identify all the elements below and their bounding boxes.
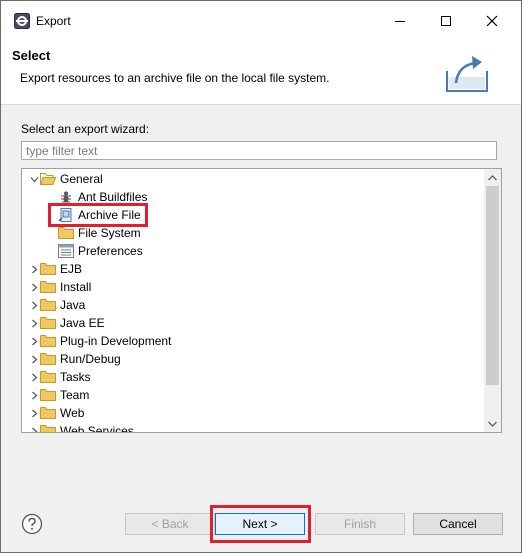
folder-icon (40, 369, 56, 385)
chevron-right-icon[interactable] (28, 350, 40, 368)
window-title: Export (36, 14, 71, 28)
chevron-right-icon[interactable] (28, 404, 40, 422)
tree-item-label: Plug-in Development (60, 334, 172, 348)
eclipse-app-icon (14, 13, 30, 29)
tree-item-general[interactable]: General (28, 170, 103, 188)
tree-item-label: Run/Debug (60, 352, 121, 366)
tree-item-team[interactable]: Team (28, 386, 89, 404)
chevron-right-icon[interactable] (28, 332, 40, 350)
minimize-button[interactable] (377, 1, 423, 41)
chevron-down-icon (488, 421, 497, 427)
tree-item-label: Preferences (78, 244, 143, 258)
tree-item-ejb[interactable]: EJB (28, 260, 82, 278)
next-button-highlight (210, 505, 311, 543)
chevron-right-icon[interactable] (28, 368, 40, 386)
tree-item-web[interactable]: Web (28, 404, 84, 422)
chevron-right-icon[interactable] (28, 296, 40, 314)
scroll-up-button[interactable] (484, 169, 501, 186)
close-button[interactable] (469, 1, 515, 41)
vertical-scrollbar[interactable] (484, 169, 501, 432)
tree-item-label: File System (78, 226, 141, 240)
help-icon[interactable] (21, 513, 43, 535)
preferences-icon (58, 243, 74, 259)
export-wizard-icon (446, 56, 488, 92)
tree-item-label: Ant Buildfiles (78, 190, 148, 204)
cancel-button[interactable]: Cancel (413, 513, 503, 535)
tree-item-java[interactable]: Java (28, 296, 85, 314)
filter-input[interactable] (21, 141, 497, 160)
folder-icon (40, 351, 56, 367)
tree-item-label: Tasks (60, 370, 91, 384)
chevron-right-icon[interactable] (28, 314, 40, 332)
tree-item-label: Web (60, 406, 85, 420)
chevron-right-icon[interactable] (28, 278, 40, 296)
tree-item-label: Web Services (60, 424, 134, 433)
close-icon (486, 15, 498, 27)
maximize-button[interactable] (423, 1, 469, 41)
tree-item-install[interactable]: Install (28, 278, 91, 296)
title-bar: Export (1, 1, 521, 41)
tree-item-label: Java EE (60, 316, 105, 330)
folder-icon (40, 333, 56, 349)
folder-icon (40, 315, 56, 331)
tree-item-label: Team (60, 388, 90, 402)
maximize-icon (441, 16, 451, 26)
tree-item-java-ee[interactable]: Java EE (28, 314, 105, 332)
wizard-label: Select an export wizard: (21, 122, 150, 136)
folder-icon (40, 387, 56, 403)
wizard-header: Select Export resources to an archive fi… (1, 41, 521, 105)
folder-icon (40, 297, 56, 313)
chevron-down-icon[interactable] (28, 170, 40, 188)
tree-item-web-services[interactable]: Web Services (28, 422, 134, 433)
tree-item-label: Install (60, 280, 92, 294)
finish-button[interactable]: Finish (315, 513, 405, 535)
minimize-icon (395, 21, 405, 22)
page-description: Export resources to an archive file on t… (20, 71, 330, 85)
tree-item-preferences[interactable]: Preferences (58, 242, 143, 260)
scroll-thumb[interactable] (486, 186, 499, 385)
chevron-right-icon[interactable] (28, 386, 40, 404)
folder-icon (40, 279, 56, 295)
tree-item-label: Java (60, 298, 86, 312)
file-system-icon (58, 225, 74, 241)
folder-icon (40, 423, 56, 432)
folder-open-icon (40, 171, 56, 187)
scroll-down-button[interactable] (484, 415, 501, 432)
tree-item-label: General (60, 172, 103, 186)
tree-item-tasks[interactable]: Tasks (28, 368, 91, 386)
archive-file-highlight (48, 203, 148, 227)
tree-item-plug-in-development[interactable]: Plug-in Development (28, 332, 171, 350)
folder-icon (40, 405, 56, 421)
chevron-right-icon[interactable] (28, 260, 40, 278)
back-button[interactable]: < Back (125, 513, 215, 535)
tree-item-run-debug[interactable]: Run/Debug (28, 350, 121, 368)
page-title: Select (12, 48, 51, 63)
chevron-up-icon (488, 174, 497, 180)
chevron-right-icon[interactable] (28, 422, 40, 432)
export-dialog: Export Select Export resources to an arc… (0, 0, 522, 553)
tree-item-label: EJB (60, 262, 83, 276)
folder-icon (40, 261, 56, 277)
